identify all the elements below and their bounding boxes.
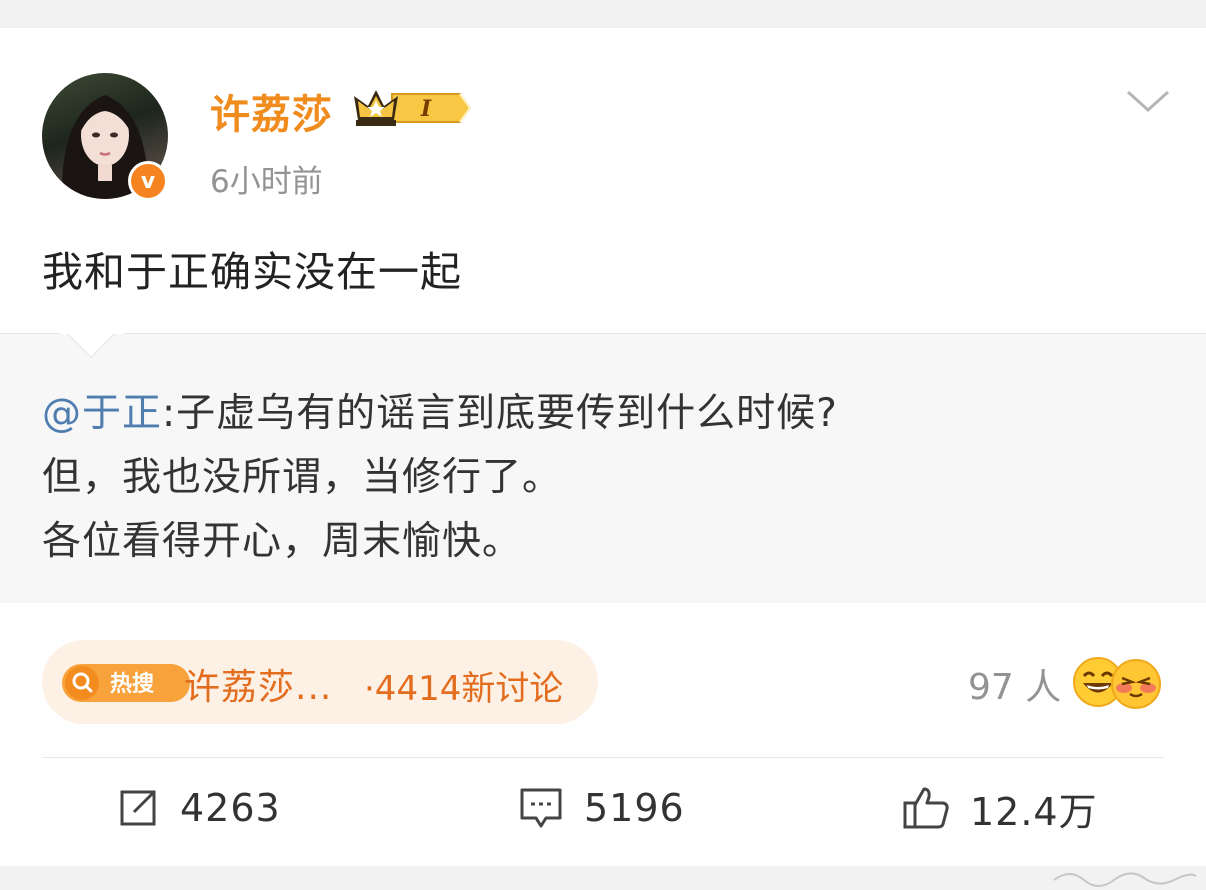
vip-level: I [420,96,432,122]
quote-line-3: 各位看得开心，周末愉快。 [42,519,523,564]
comment-count: 5196 [584,786,685,830]
vip-crown-badge-icon[interactable]: I [352,86,472,130]
hot-badge-label: 热搜 [110,671,155,697]
comment-icon [520,788,562,828]
quote-line-1-text: :子虚乌有的谣言到底要传到什么时候? [162,391,838,436]
quote-line-1: @于正:子虚乌有的谣言到底要传到什么时候? [42,382,838,446]
like-button[interactable]: 12.4万 [902,783,1098,834]
blushing-emoji-icon [1111,659,1161,709]
comment-button[interactable]: 5196 [518,783,685,833]
hot-search-title: 许荔莎... [184,667,333,708]
verified-badge-icon: v [128,161,168,201]
thumbs-up-icon [903,787,949,829]
actions-divider [42,757,1164,758]
weibo-post-card: v 许荔莎 I 6小时前 我和于正确实没在一起 @于正:子虚乌有的谣言到底要传到… [0,28,1206,887]
hot-search-count: ·4414新讨论 [364,669,564,709]
like-count: 12.4万 [970,789,1098,834]
hot-search-pill[interactable]: 热搜 许荔莎... ·4414新讨论 [42,640,598,724]
post-text: 我和于正确实没在一起 [42,248,462,296]
quoted-post[interactable]: @于正:子虚乌有的谣言到底要传到什么时候? 但，我也没所谓，当修行了。 各位看得… [0,300,1206,603]
reaction-people-count[interactable]: 97 人 [968,658,1061,710]
author-name[interactable]: 许荔莎 [210,82,333,140]
mention-link[interactable]: @于正 [42,391,162,436]
repost-button[interactable]: 4263 [116,783,281,833]
repost-count: 4263 [180,786,281,830]
watermark-scribble-icon [1053,872,1197,887]
chevron-down-icon[interactable] [1124,86,1172,116]
quote-line-2: 但，我也没所谓，当修行了。 [42,455,563,500]
quoted-post-text: @于正:子虚乌有的谣言到底要传到什么时候? 但，我也没所谓，当修行了。 各位看得… [42,382,838,574]
repost-icon [120,790,156,826]
post-timestamp: 6小时前 [210,164,323,200]
